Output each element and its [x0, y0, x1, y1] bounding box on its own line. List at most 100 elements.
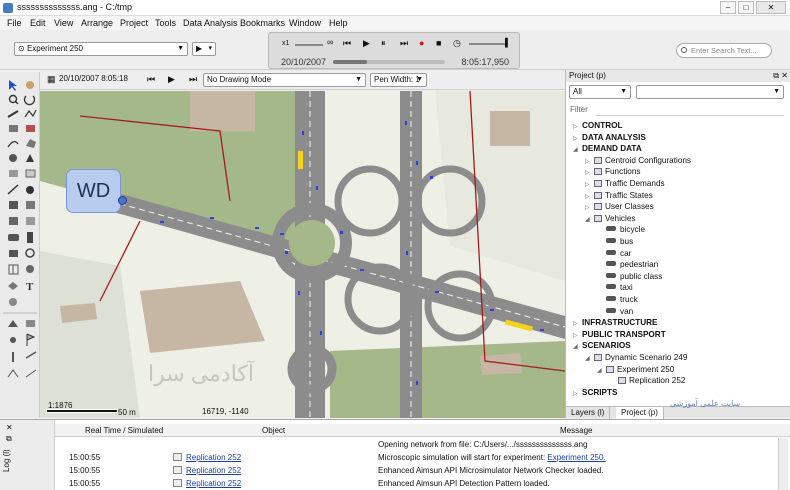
project-filter-value-select[interactable]: ▼: [636, 85, 784, 99]
tree-item[interactable]: User Classes: [594, 202, 654, 211]
tree-item[interactable]: Traffic Demands: [594, 179, 665, 188]
log-column-time[interactable]: Real Time / Simulated: [85, 426, 163, 435]
minimize-button[interactable]: –: [720, 1, 736, 14]
skip-back-button[interactable]: ⏮: [343, 38, 351, 49]
tree-expander-icon[interactable]: ◢: [585, 355, 590, 362]
maximize-button[interactable]: □: [738, 1, 754, 14]
tree-item[interactable]: Replication 252: [618, 376, 685, 385]
record-button[interactable]: ●: [419, 38, 424, 48]
menu-edit[interactable]: Edit: [30, 18, 46, 28]
menu-bookmarks[interactable]: Bookmarks: [240, 18, 285, 28]
close-log-icon[interactable]: ✕: [6, 423, 13, 432]
log-row[interactable]: 15:00:55 Replication 252 Microscopic simul…: [55, 451, 790, 465]
tree-expander-icon[interactable]: ▷: [573, 123, 578, 130]
log-row[interactable]: 15:00:55 Replication 252 Enhanced Aimsun A…: [55, 464, 790, 478]
pen-width-select[interactable]: Pen Width: 1 ▼: [370, 73, 427, 87]
end-button[interactable]: ▌: [505, 38, 511, 47]
tree-item[interactable]: pedestrian: [606, 260, 658, 269]
tree-item[interactable]: public class: [606, 272, 662, 281]
wd-label-tag[interactable]: WD: [66, 169, 121, 213]
undock-log-icon[interactable]: ⧉: [6, 434, 12, 444]
tree-item[interactable]: van: [606, 307, 633, 316]
menu-tools[interactable]: Tools: [155, 18, 176, 28]
tree-item[interactable]: taxi: [606, 283, 633, 292]
log-column-message[interactable]: Message: [560, 426, 592, 435]
menu-help[interactable]: Help: [329, 18, 348, 28]
tree-item[interactable]: SCRIPTS: [582, 388, 618, 397]
network-map-view[interactable]: WD آکادمی سرا 1:1876 50 m 16719, -1140: [40, 91, 565, 418]
tree-item[interactable]: Functions: [594, 167, 641, 176]
tree-expander-icon[interactable]: ▷: [573, 390, 578, 397]
log-object-link[interactable]: Replication 252: [186, 479, 241, 488]
simulation-progress-bar[interactable]: [333, 60, 445, 64]
network-map-canvas[interactable]: [40, 91, 565, 418]
log-object-link[interactable]: Replication 252: [186, 453, 241, 462]
pause-button[interactable]: ⏸: [381, 38, 386, 49]
tree-item[interactable]: SCENARIOS: [582, 341, 631, 350]
menu-file[interactable]: File: [7, 18, 22, 28]
close-panel-icon[interactable]: ✕: [781, 70, 788, 82]
menu-window[interactable]: Window: [289, 18, 321, 28]
chevron-down-icon: ▼: [416, 76, 423, 83]
tree-expander-icon[interactable]: ◢: [573, 146, 578, 153]
tree-item[interactable]: DATA ANALYSIS: [582, 133, 646, 142]
fast-forward-button[interactable]: ⏭: [400, 38, 408, 49]
log-column-object[interactable]: Object: [262, 426, 285, 435]
speed-slider[interactable]: [295, 44, 323, 46]
log-message: Microscopic simulation will start for ex…: [378, 453, 606, 462]
log-row[interactable]: Opening network from file: C:/Users/.../…: [55, 438, 790, 452]
tree-item[interactable]: truck: [606, 295, 638, 304]
tree-item[interactable]: car: [606, 249, 631, 258]
tree-item[interactable]: Experiment 250: [606, 365, 674, 374]
tree-expander-icon[interactable]: ▷: [585, 193, 590, 200]
tree-item[interactable]: Traffic States: [594, 191, 653, 200]
tree-expander-icon[interactable]: ◢: [573, 343, 578, 350]
tree-expander-icon[interactable]: ▷: [573, 135, 578, 142]
run-experiment-button[interactable]: ▶ ▾: [192, 42, 216, 56]
tree-expander-icon[interactable]: ▷: [585, 169, 590, 176]
log-object-link[interactable]: Replication 252: [186, 466, 241, 475]
tree-item[interactable]: bicycle: [606, 225, 645, 234]
calendar-icon[interactable]: ▦: [47, 74, 56, 85]
menu-view[interactable]: View: [54, 18, 73, 28]
log-side-toolbar: ✕ ⧉ Log (l): [0, 420, 55, 490]
menu-arrange[interactable]: Arrange: [81, 18, 113, 28]
log-row[interactable]: 15:00:55 Replication 252 Enhanced Aimsun A…: [55, 477, 790, 490]
tab-project[interactable]: Project (p): [616, 407, 664, 419]
search-input[interactable]: Enter Search Text...: [676, 43, 772, 58]
menu-data-analysis[interactable]: Data Analysis: [183, 18, 238, 28]
tree-item[interactable]: INFRASTRUCTURE: [582, 318, 658, 327]
tree-expander-icon[interactable]: ▷: [585, 181, 590, 188]
view-skip-end-button[interactable]: ⏭: [189, 74, 197, 85]
close-button[interactable]: ✕: [756, 1, 786, 14]
tree-expander-icon[interactable]: ▷: [573, 332, 578, 339]
project-filter-type-select[interactable]: All ▼: [569, 85, 631, 99]
time-slider[interactable]: [469, 43, 505, 45]
tree-item[interactable]: Dynamic Scenario 249: [594, 353, 687, 362]
log-message-link[interactable]: Experiment 250.: [547, 453, 605, 462]
tree-item[interactable]: PUBLIC TRANSPORT: [582, 330, 666, 339]
tab-layers[interactable]: Layers (l): [566, 407, 611, 419]
view-play-button[interactable]: ▶: [168, 74, 175, 85]
undock-icon[interactable]: ⧉: [773, 70, 779, 82]
project-filter-input[interactable]: [596, 104, 784, 116]
tree-expander-icon[interactable]: ▷: [585, 158, 590, 165]
stop-button[interactable]: ■: [436, 38, 441, 48]
cursor-coordinates: 16719, -1140: [202, 407, 249, 416]
tree-expander-icon[interactable]: ▷: [585, 204, 590, 211]
log-scrollbar[interactable]: [778, 438, 788, 490]
clock-icon[interactable]: ◷: [453, 38, 461, 49]
drawing-mode-select[interactable]: No Drawing Mode ▼: [203, 73, 366, 87]
menu-project[interactable]: Project: [120, 18, 148, 28]
play-button[interactable]: ▶: [363, 38, 370, 49]
skip-start-button[interactable]: ⏮: [147, 74, 155, 85]
tree-item[interactable]: Vehicles: [594, 214, 636, 223]
tree-expander-icon[interactable]: ◢: [585, 216, 590, 223]
tree-item[interactable]: CONTROL: [582, 121, 622, 130]
tree-item[interactable]: Centroid Configurations: [594, 156, 691, 165]
tree-item[interactable]: bus: [606, 237, 633, 246]
experiment-selector[interactable]: ⊙ Experiment 250 ▼: [14, 42, 188, 56]
tree-expander-icon[interactable]: ▷: [573, 320, 578, 327]
tree-expander-icon[interactable]: ◢: [597, 367, 602, 374]
tree-item[interactable]: DEMAND DATA: [582, 144, 642, 153]
